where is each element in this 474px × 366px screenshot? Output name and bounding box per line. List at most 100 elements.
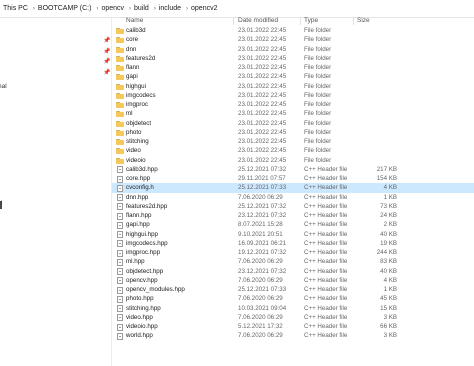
folder-icon: [116, 157, 124, 164]
file-icon: [117, 221, 123, 229]
file-type: File folder: [304, 73, 332, 81]
file-row[interactable]: gapi 23.01.2022 22:45 File folder: [112, 72, 474, 81]
breadcrumb-this-pc[interactable]: This PC: [3, 5, 28, 12]
file-date: 25.12.2021 07:33: [238, 184, 287, 192]
file-row[interactable]: features2d.hpp 25.12.2021 07:32 C++ Header…: [112, 202, 474, 211]
file-name: cvconfig.h: [126, 184, 154, 192]
file-row[interactable]: opencv_modules.hpp 25.12.2021 07:33 C++ He…: [112, 285, 474, 294]
file-icon: [117, 184, 123, 192]
file-name: ml.hpp: [126, 258, 145, 266]
file-name: videoio.hpp: [126, 323, 158, 330]
file-row[interactable]: imgcodecs.hpp 16.09.2021 06:21 C++ Header …: [112, 239, 474, 248]
file-row[interactable]: highgui.hpp 9.10.2021 20:51 C++ Header fil…: [112, 230, 474, 239]
file-name: imgproc.hpp: [126, 249, 161, 256]
file-name: calib3d.hpp: [126, 165, 158, 173]
column-divider[interactable]: [353, 17, 354, 25]
file-icon: [117, 323, 123, 331]
file-row[interactable]: objdetect.hpp 23.12.2021 07:32 C++ Header …: [112, 267, 474, 276]
file-row[interactable]: flann 23.01.2022 22:45 File folder: [112, 63, 474, 72]
file-row[interactable]: core 23.01.2022 22:45 File folder: [112, 35, 474, 44]
file-row[interactable]: video 23.01.2022 22:45 File folder: [112, 146, 474, 155]
file-row[interactable]: imgcodecs 23.01.2022 22:45 File folder: [112, 91, 474, 100]
chevron-right-icon[interactable]: ›: [96, 6, 98, 12]
file-date: 7.06.2020 06:29: [238, 295, 283, 303]
file-icon: [117, 268, 123, 275]
file-row[interactable]: opencv.hpp 7.06.2020 06:29 C++ Header file…: [112, 276, 474, 285]
column-date-header[interactable]: Date modified: [238, 16, 278, 26]
breadcrumb-build[interactable]: build: [134, 5, 149, 12]
file-date: 23.01.2022 22:45: [238, 156, 287, 164]
file-row[interactable]: cvconfig.h 25.12.2021 07:33 C++ Header fil…: [112, 183, 474, 193]
file-row[interactable]: dnn.hpp 7.06.2020 06:29 C++ Header file 1 K…: [112, 193, 474, 202]
nav-item-label[interactable]: nal: [0, 83, 7, 90]
navigation-pane[interactable]: 📌 📌 📌 📌 nal l: [0, 18, 111, 366]
column-name-header[interactable]: Name: [126, 16, 143, 26]
breadcrumb-include[interactable]: include: [159, 5, 181, 12]
breadcrumb-opencv2[interactable]: opencv2: [191, 5, 217, 12]
chevron-right-icon[interactable]: ›: [186, 6, 188, 12]
file-date: 25.12.2021 07:33: [238, 286, 287, 293]
file-size: 66 KB: [380, 323, 397, 330]
file-row[interactable]: calib3d.hpp 25.12.2021 07:32 C++ Header fi…: [112, 165, 474, 174]
file-row[interactable]: world.hpp 7.06.2020 06:29 C++ Header file 3…: [112, 331, 474, 340]
file-row[interactable]: objdetect 23.01.2022 22:45 File folder: [112, 119, 474, 128]
breadcrumb: This PC › BOOTCAMP (C:) › opencv › build…: [3, 3, 219, 14]
file-row[interactable]: features2d 23.01.2022 22:45 File folder: [112, 54, 474, 63]
column-type-header[interactable]: Type: [304, 16, 318, 26]
file-size: 3 KB: [383, 332, 397, 340]
file-name: dnn.hpp: [126, 193, 149, 201]
file-row[interactable]: ml.hpp 7.06.2020 06:29 C++ Header file 83 K…: [112, 257, 474, 266]
chevron-right-icon[interactable]: ›: [33, 6, 35, 12]
file-date: 23.01.2022 22:45: [238, 119, 287, 127]
file-row[interactable]: core.hpp 29.11.2021 07:57 C++ Header file 1…: [112, 174, 474, 183]
file-row[interactable]: calib3d 23.01.2022 22:45 File folder: [112, 26, 474, 35]
breadcrumb-bootcamp[interactable]: BOOTCAMP (C:): [38, 5, 92, 12]
chevron-right-icon[interactable]: ›: [129, 6, 131, 12]
file-date: 23.01.2022 22:45: [238, 45, 287, 53]
file-date: 25.12.2021 07:32: [238, 165, 287, 173]
file-date: 5.12.2021 17:32: [238, 323, 283, 330]
folder-icon: [116, 120, 124, 127]
file-row[interactable]: dnn 23.01.2022 22:45 File folder: [112, 45, 474, 54]
file-size: 15 KB: [380, 304, 397, 312]
file-icon: [117, 295, 123, 303]
file-date: 23.01.2022 22:45: [238, 64, 287, 71]
file-row[interactable]: highgui 23.01.2022 22:45 File folder: [112, 82, 474, 91]
file-type: File folder: [304, 82, 332, 90]
file-row[interactable]: photo.hpp 7.06.2020 06:29 C++ Header file 4…: [112, 294, 474, 303]
file-date: 9.10.2021 20:51: [238, 230, 283, 238]
folder-icon: [116, 37, 124, 44]
file-row[interactable]: videoio.hpp 5.12.2021 17:32 C++ Header fil…: [112, 322, 474, 331]
file-name: opencv.hpp: [126, 276, 158, 284]
file-row[interactable]: videoio 23.01.2022 22:45 File folder: [112, 156, 474, 165]
file-icon: [117, 175, 123, 183]
file-name: features2d: [126, 54, 156, 62]
file-row[interactable]: flann.hpp 23.12.2021 07:32 C++ Header file…: [112, 211, 474, 220]
file-row[interactable]: video.hpp 7.06.2020 06:29 C++ Header file 3…: [112, 313, 474, 322]
column-size-header[interactable]: Size: [357, 16, 370, 26]
column-divider[interactable]: [233, 17, 234, 25]
file-row[interactable]: stitching 23.01.2022 22:45 File folder: [112, 137, 474, 146]
column-divider[interactable]: [300, 17, 301, 25]
file-name: opencv_modules.hpp: [126, 286, 185, 293]
breadcrumb-opencv[interactable]: opencv: [101, 5, 124, 12]
file-size: 154 KB: [376, 175, 397, 182]
file-date: 25.12.2021 07:32: [238, 202, 287, 210]
folder-icon: [116, 111, 124, 118]
file-row[interactable]: photo 23.01.2022 22:45 File folder: [112, 128, 474, 137]
folder-icon: [116, 148, 124, 155]
file-row[interactable]: imgproc.hpp 19.12.2021 07:32 C++ Header fi…: [112, 248, 474, 257]
file-type: File folder: [304, 119, 332, 127]
file-row[interactable]: gapi.hpp 8.07.2021 15:28 C++ Header file 2 …: [112, 220, 474, 229]
nav-item-label[interactable]: l: [1, 200, 2, 207]
chevron-right-icon[interactable]: ›: [154, 6, 156, 12]
file-icon: [117, 305, 123, 312]
file-row[interactable]: stitching.hpp 10.03.2021 09:04 C++ Header …: [112, 304, 474, 313]
file-row[interactable]: imgproc 23.01.2022 22:45 File folder: [112, 100, 474, 109]
file-name: objdetect: [126, 119, 152, 127]
file-row[interactable]: ml 23.01.2022 22:45 File folder: [112, 109, 474, 118]
file-icon: [117, 212, 123, 220]
file-size: 40 KB: [380, 267, 397, 275]
file-date: 23.01.2022 22:45: [238, 36, 287, 44]
file-date: 7.06.2020 06:29: [238, 193, 283, 201]
